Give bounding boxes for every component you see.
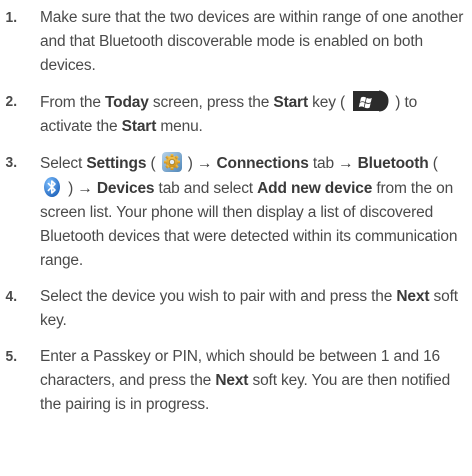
start-menu-label: Start xyxy=(121,118,157,135)
settings-gear-icon xyxy=(161,152,182,172)
step-text: Enter a Passkey or PIN, which should be … xyxy=(40,348,451,413)
bluetooth-icon xyxy=(44,177,60,197)
step-text: Select the device you wish to pair with … xyxy=(40,288,458,329)
step-number: 2. xyxy=(5,93,18,110)
next-key-label: Next xyxy=(396,288,430,305)
step-text: From the Today screen, press the Start k… xyxy=(40,90,472,139)
next-key-label: Next xyxy=(215,372,249,389)
step-text: Select Settings () → Connections tab → … xyxy=(40,151,472,273)
instruction-list: 1. Make sure that the two devices are wi… xyxy=(0,6,472,429)
step-number: 4. xyxy=(5,288,18,305)
step-3: 3. Select Settings () → Connections tab… xyxy=(0,151,472,273)
step-number: 3. xyxy=(5,154,18,171)
step-number: 5. xyxy=(5,348,18,365)
step-text: Make sure that the two devices are withi… xyxy=(40,9,464,74)
step-4: 4. Select the device you wish to pair wi… xyxy=(0,285,472,333)
add-new-device-label: Add new device xyxy=(257,180,373,197)
bluetooth-label: → Bluetooth xyxy=(338,155,429,172)
step-5: 5. Enter a Passkey or PIN, which should … xyxy=(0,345,472,417)
today-screen-label: Today xyxy=(104,94,149,111)
settings-label: Settings xyxy=(86,155,147,172)
start-key-label: Start xyxy=(273,94,308,111)
devices-label: → Devices xyxy=(77,180,155,197)
step-2: 2. From the Today screen, press the Star… xyxy=(0,90,472,139)
windows-start-key-icon xyxy=(353,90,389,112)
step-1: 1. Make sure that the two devices are wi… xyxy=(0,6,472,78)
step-number: 1. xyxy=(5,9,18,26)
connections-label: → Connections xyxy=(196,155,309,172)
